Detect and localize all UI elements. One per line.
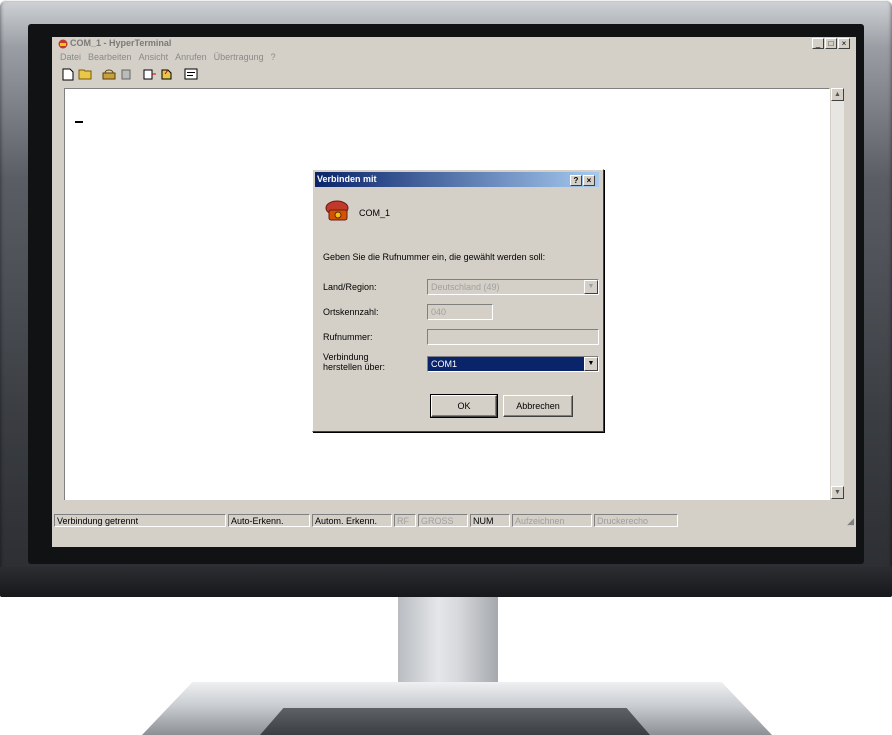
menu-uebertragung[interactable]: Übertragung <box>214 52 264 64</box>
send-icon[interactable] <box>142 66 158 82</box>
dialog-prompt: Geben Sie die Rufnummer ein, die gewählt… <box>323 252 546 262</box>
disconnect-icon[interactable] <box>118 66 134 82</box>
connect-via-label: Verbindung herstellen über: <box>323 352 385 372</box>
dialog-controls: ? × <box>570 175 595 186</box>
properties-icon[interactable] <box>183 66 199 82</box>
cancel-button[interactable]: Abbrechen <box>503 395 573 417</box>
horizontal-scrollbar[interactable] <box>64 500 830 512</box>
dialog-close-button[interactable]: × <box>583 175 595 186</box>
area-code-label: Ortskennzahl: <box>323 307 379 317</box>
close-button[interactable]: × <box>838 38 850 49</box>
connect-via-select[interactable]: COM1 ▼ <box>427 356 599 372</box>
receive-icon[interactable] <box>159 66 175 82</box>
hyperterminal-icon <box>58 39 68 49</box>
menubar: Datei Bearbeiten Ansicht Anrufen Übertra… <box>60 52 276 64</box>
menu-bearbeiten[interactable]: Bearbeiten <box>88 52 132 64</box>
ok-button[interactable]: OK <box>430 394 498 418</box>
toolbar <box>60 65 200 83</box>
menu-anrufen[interactable]: Anrufen <box>175 52 207 64</box>
connect-via-label-line1: Verbindung <box>323 352 369 362</box>
connect-via-value: COM1 <box>431 359 458 369</box>
menu-help[interactable]: ? <box>271 52 276 64</box>
menu-datei[interactable]: Datei <box>60 52 81 64</box>
window-title: COM_1 - HyperTerminal <box>70 38 172 48</box>
connect-via-label-line2: herstellen über: <box>323 362 386 372</box>
monitor-stand-neck <box>398 597 498 689</box>
status-caps: GROSS <box>418 514 468 527</box>
country-label: Land/Region: <box>323 282 377 292</box>
dialog-help-button[interactable]: ? <box>570 175 582 186</box>
status-auto-detect-2: Autom. Erkenn. <box>312 514 392 527</box>
status-capture: Aufzeichnen <box>512 514 592 527</box>
dialog-titlebar[interactable]: Verbinden mit ? × <box>315 172 599 187</box>
scroll-up-icon[interactable]: ▲ <box>831 88 844 101</box>
monitor-stand-base-shadow <box>260 708 650 735</box>
dialog-title: Verbinden mit <box>317 174 377 184</box>
new-icon[interactable] <box>60 66 76 82</box>
country-select[interactable]: Deutschland (49) ▼ <box>427 279 599 295</box>
scroll-down-icon[interactable]: ▼ <box>831 486 844 499</box>
maximize-button[interactable]: □ <box>825 38 837 49</box>
phone-number-label: Rufnummer: <box>323 332 373 342</box>
country-value: Deutschland (49) <box>431 282 500 292</box>
status-connection: Verbindung getrennt <box>54 514 226 527</box>
screen: COM_1 - HyperTerminal _ □ × Datei Bearbe… <box>52 37 856 547</box>
menu-ansicht[interactable]: Ansicht <box>139 52 169 64</box>
area-code-field[interactable]: 040 <box>427 304 493 320</box>
window-titlebar[interactable]: COM_1 - HyperTerminal _ □ × <box>52 37 856 51</box>
connection-name: COM_1 <box>359 208 391 218</box>
open-icon[interactable] <box>77 66 93 82</box>
monitor-chin <box>0 567 892 597</box>
resize-grip-icon[interactable]: ◢ <box>847 516 854 527</box>
vertical-scrollbar[interactable]: ▲ ▼ <box>831 88 844 499</box>
connect-icon[interactable] <box>101 66 117 82</box>
status-print-echo: Druckerecho <box>594 514 678 527</box>
status-num: NUM <box>470 514 510 527</box>
terminal-cursor <box>75 121 83 123</box>
chevron-down-icon[interactable]: ▼ <box>584 357 598 371</box>
phone-connection-icon <box>325 200 349 221</box>
status-rf: RF <box>394 514 416 527</box>
chevron-down-icon[interactable]: ▼ <box>584 280 598 294</box>
phone-number-field[interactable] <box>427 329 599 345</box>
status-auto-detect: Auto-Erkenn. <box>228 514 310 527</box>
minimize-button[interactable]: _ <box>812 38 824 49</box>
window-controls: _ □ × <box>812 38 850 49</box>
connect-dialog: Verbinden mit ? × COM_1 Geben Sie die Ru… <box>312 169 604 432</box>
statusbar: Verbindung getrennt Auto-Erkenn. Autom. … <box>54 514 854 528</box>
